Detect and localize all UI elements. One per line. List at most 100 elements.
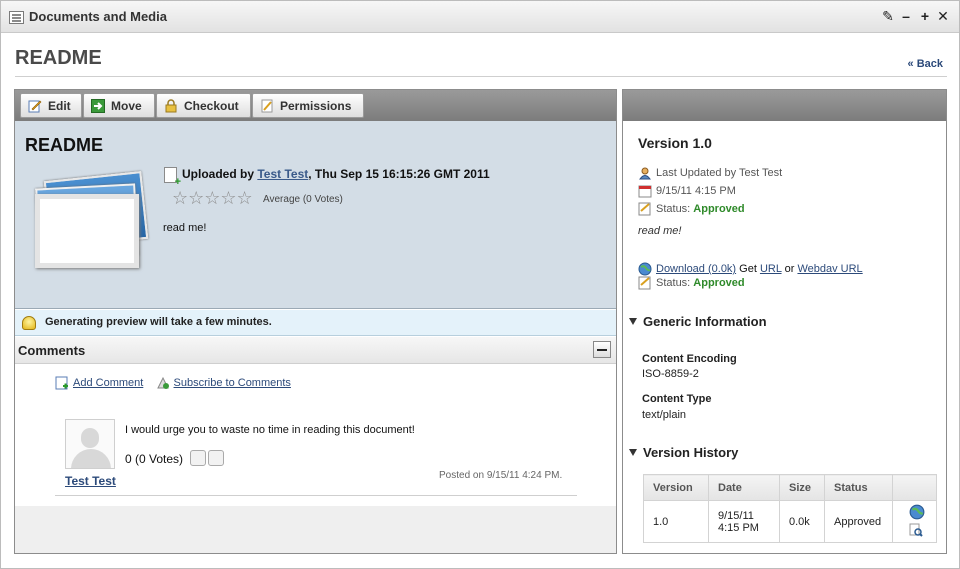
user-icon <box>639 167 651 180</box>
page-title: README <box>15 47 102 69</box>
version-date: 9/15/11 4:15 PM <box>656 184 736 197</box>
version-history-table: Version Date Size Status 1.0 9/15/11 4:15… <box>643 474 937 543</box>
last-updated-row: Last Updated by Test Test <box>638 166 782 180</box>
maximize-icon[interactable]: + <box>918 8 932 24</box>
content-type-value: text/plain <box>642 409 687 421</box>
minimize-icon[interactable]: – <box>899 8 913 24</box>
column-header[interactable]: Date <box>708 474 780 501</box>
version-title: Version 1.0 <box>638 135 712 151</box>
uploaded-prefix: Uploaded by <box>182 167 258 181</box>
column-header <box>892 474 937 501</box>
comment-divider <box>55 495 577 496</box>
content-encoding-value: ISO-8859-2 <box>642 368 699 380</box>
status-icon <box>638 202 651 216</box>
size-cell: 0.0k <box>779 500 825 543</box>
globe-icon <box>638 262 652 276</box>
actions-cell <box>892 500 937 543</box>
panel-footer <box>15 506 616 553</box>
preview-message: Generating preview will take a few minut… <box>45 316 272 328</box>
content-encoding-label: Content Encoding <box>642 353 737 365</box>
add-comment-icon <box>55 376 68 390</box>
version-history-title: Version History <box>643 445 739 460</box>
comment-actions: Add Comment Subscribe to Comments <box>55 376 291 390</box>
preview-notice: Generating preview will take a few minut… <box>15 310 616 336</box>
rating-stars[interactable]: ☆☆☆☆☆ <box>172 189 253 207</box>
permissions-label: Permissions <box>280 99 352 113</box>
uploader-link[interactable]: Test Test <box>257 167 308 181</box>
webdav-link[interactable]: Webdav URL <box>797 263 862 275</box>
document-description: read me! <box>163 222 207 234</box>
download-row: Download (0.0k) Get URL or Webdav URL <box>638 262 863 276</box>
comment-date: Posted on 9/15/11 4:24 PM. <box>439 470 563 481</box>
rating-average: Average (0 Votes) <box>263 194 343 205</box>
heading-divider <box>15 76 947 77</box>
status-row: Status: Approved <box>638 202 745 216</box>
date-row: 9/15/11 4:15 PM <box>638 184 736 198</box>
portlet-icon <box>9 11 24 24</box>
date-line-2: 4:15 PM <box>718 521 759 534</box>
move-label: Move <box>111 99 142 113</box>
triangle-down-icon <box>629 449 637 456</box>
download-icon[interactable] <box>909 504 925 520</box>
move-icon <box>91 99 105 113</box>
portlet-title: Documents and Media <box>29 9 167 24</box>
last-updated-text: Last Updated by Test Test <box>656 166 783 179</box>
subscribe-link[interactable]: Subscribe to Comments <box>174 377 291 389</box>
version-panel: Version 1.0 Last Updated by Test Test 9/… <box>622 89 947 554</box>
column-header[interactable]: Version <box>643 474 709 501</box>
move-button[interactable]: Move <box>83 93 155 118</box>
close-icon[interactable]: ✕ <box>936 8 950 25</box>
comments-header: Comments <box>15 337 616 364</box>
view-icon[interactable] <box>909 523 923 537</box>
edit-button[interactable]: Edit <box>20 93 82 118</box>
add-comment-link[interactable]: Add Comment <box>73 377 143 389</box>
status-label: Status: <box>656 202 694 215</box>
download-link[interactable]: Download (0.0k) <box>656 263 736 275</box>
checkout-label: Checkout <box>184 99 239 113</box>
url-link[interactable]: URL <box>760 263 782 275</box>
collapse-comments-button[interactable] <box>593 341 611 358</box>
document-thumbnail[interactable] <box>29 171 149 271</box>
thumbs-up-icon[interactable] <box>190 450 206 466</box>
status-icon <box>638 276 651 290</box>
status-value: Approved <box>693 202 745 215</box>
upload-date: , Thu Sep 15 16:15:26 GMT 2011 <box>308 167 490 181</box>
document-toolbar: Edit Move Checkout Permissions <box>15 90 616 121</box>
comment-author-link[interactable]: Test Test <box>65 474 116 488</box>
generic-info-title: Generic Information <box>643 314 767 329</box>
date-line-1: 9/15/11 <box>718 509 754 522</box>
document-title: README <box>25 135 104 155</box>
back-link[interactable]: « Back <box>908 58 943 70</box>
status-row-2: Status: Approved <box>638 276 745 290</box>
version-toolbar <box>623 90 946 121</box>
content-type-label: Content Type <box>642 393 712 405</box>
edit-icon <box>28 100 42 113</box>
column-header[interactable]: Status <box>824 474 893 501</box>
avatar[interactable] <box>65 419 115 469</box>
permissions-button[interactable]: Permissions <box>252 93 364 118</box>
upload-info: Uploaded by Test Test, Thu Sep 15 16:15:… <box>182 167 490 181</box>
document-panel: Edit Move Checkout Permissions README + … <box>14 89 617 554</box>
edit-label: Edit <box>48 99 71 113</box>
comment-text: I would urge you to waste no time in rea… <box>125 424 415 436</box>
generic-info-toggle[interactable]: Generic Information <box>629 314 767 329</box>
table-header-row: Version Date Size Status <box>643 474 937 501</box>
permissions-icon <box>261 99 273 113</box>
comment-votes: 0 (0 Votes) <box>125 452 184 466</box>
date-cell: 9/15/11 4:15 PM <box>708 500 780 543</box>
documents-portlet: Documents and Media ✎ – + ✕ README « Bac… <box>0 0 960 569</box>
subscribe-icon <box>156 376 169 389</box>
lock-icon <box>165 99 177 113</box>
triangle-down-icon <box>629 318 637 325</box>
table-row: 1.0 9/15/11 4:15 PM 0.0k Approved <box>643 500 937 543</box>
thumbs-down-icon[interactable] <box>208 450 224 466</box>
document-details: README Uploaded by Test Test, Thu Sep 15… <box>15 121 616 309</box>
configure-icon[interactable]: ✎ <box>881 8 895 25</box>
get-text: Get <box>736 262 760 275</box>
version-history-toggle[interactable]: Version History <box>629 445 738 460</box>
or-text: or <box>781 262 798 275</box>
checkout-button[interactable]: Checkout <box>156 93 251 118</box>
calendar-icon <box>638 185 652 198</box>
column-header[interactable]: Size <box>779 474 825 501</box>
version-description: read me! <box>638 225 682 237</box>
